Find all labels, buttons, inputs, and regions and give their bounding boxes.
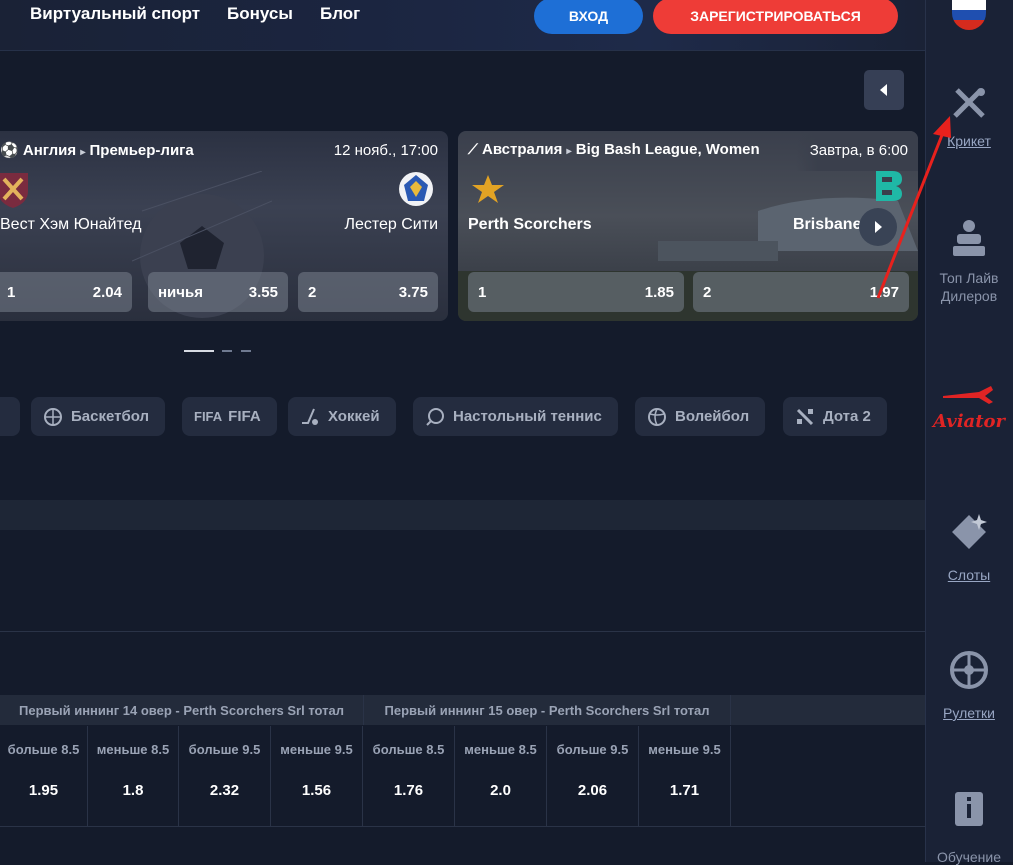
annotation-arrow-icon: [876, 116, 951, 299]
